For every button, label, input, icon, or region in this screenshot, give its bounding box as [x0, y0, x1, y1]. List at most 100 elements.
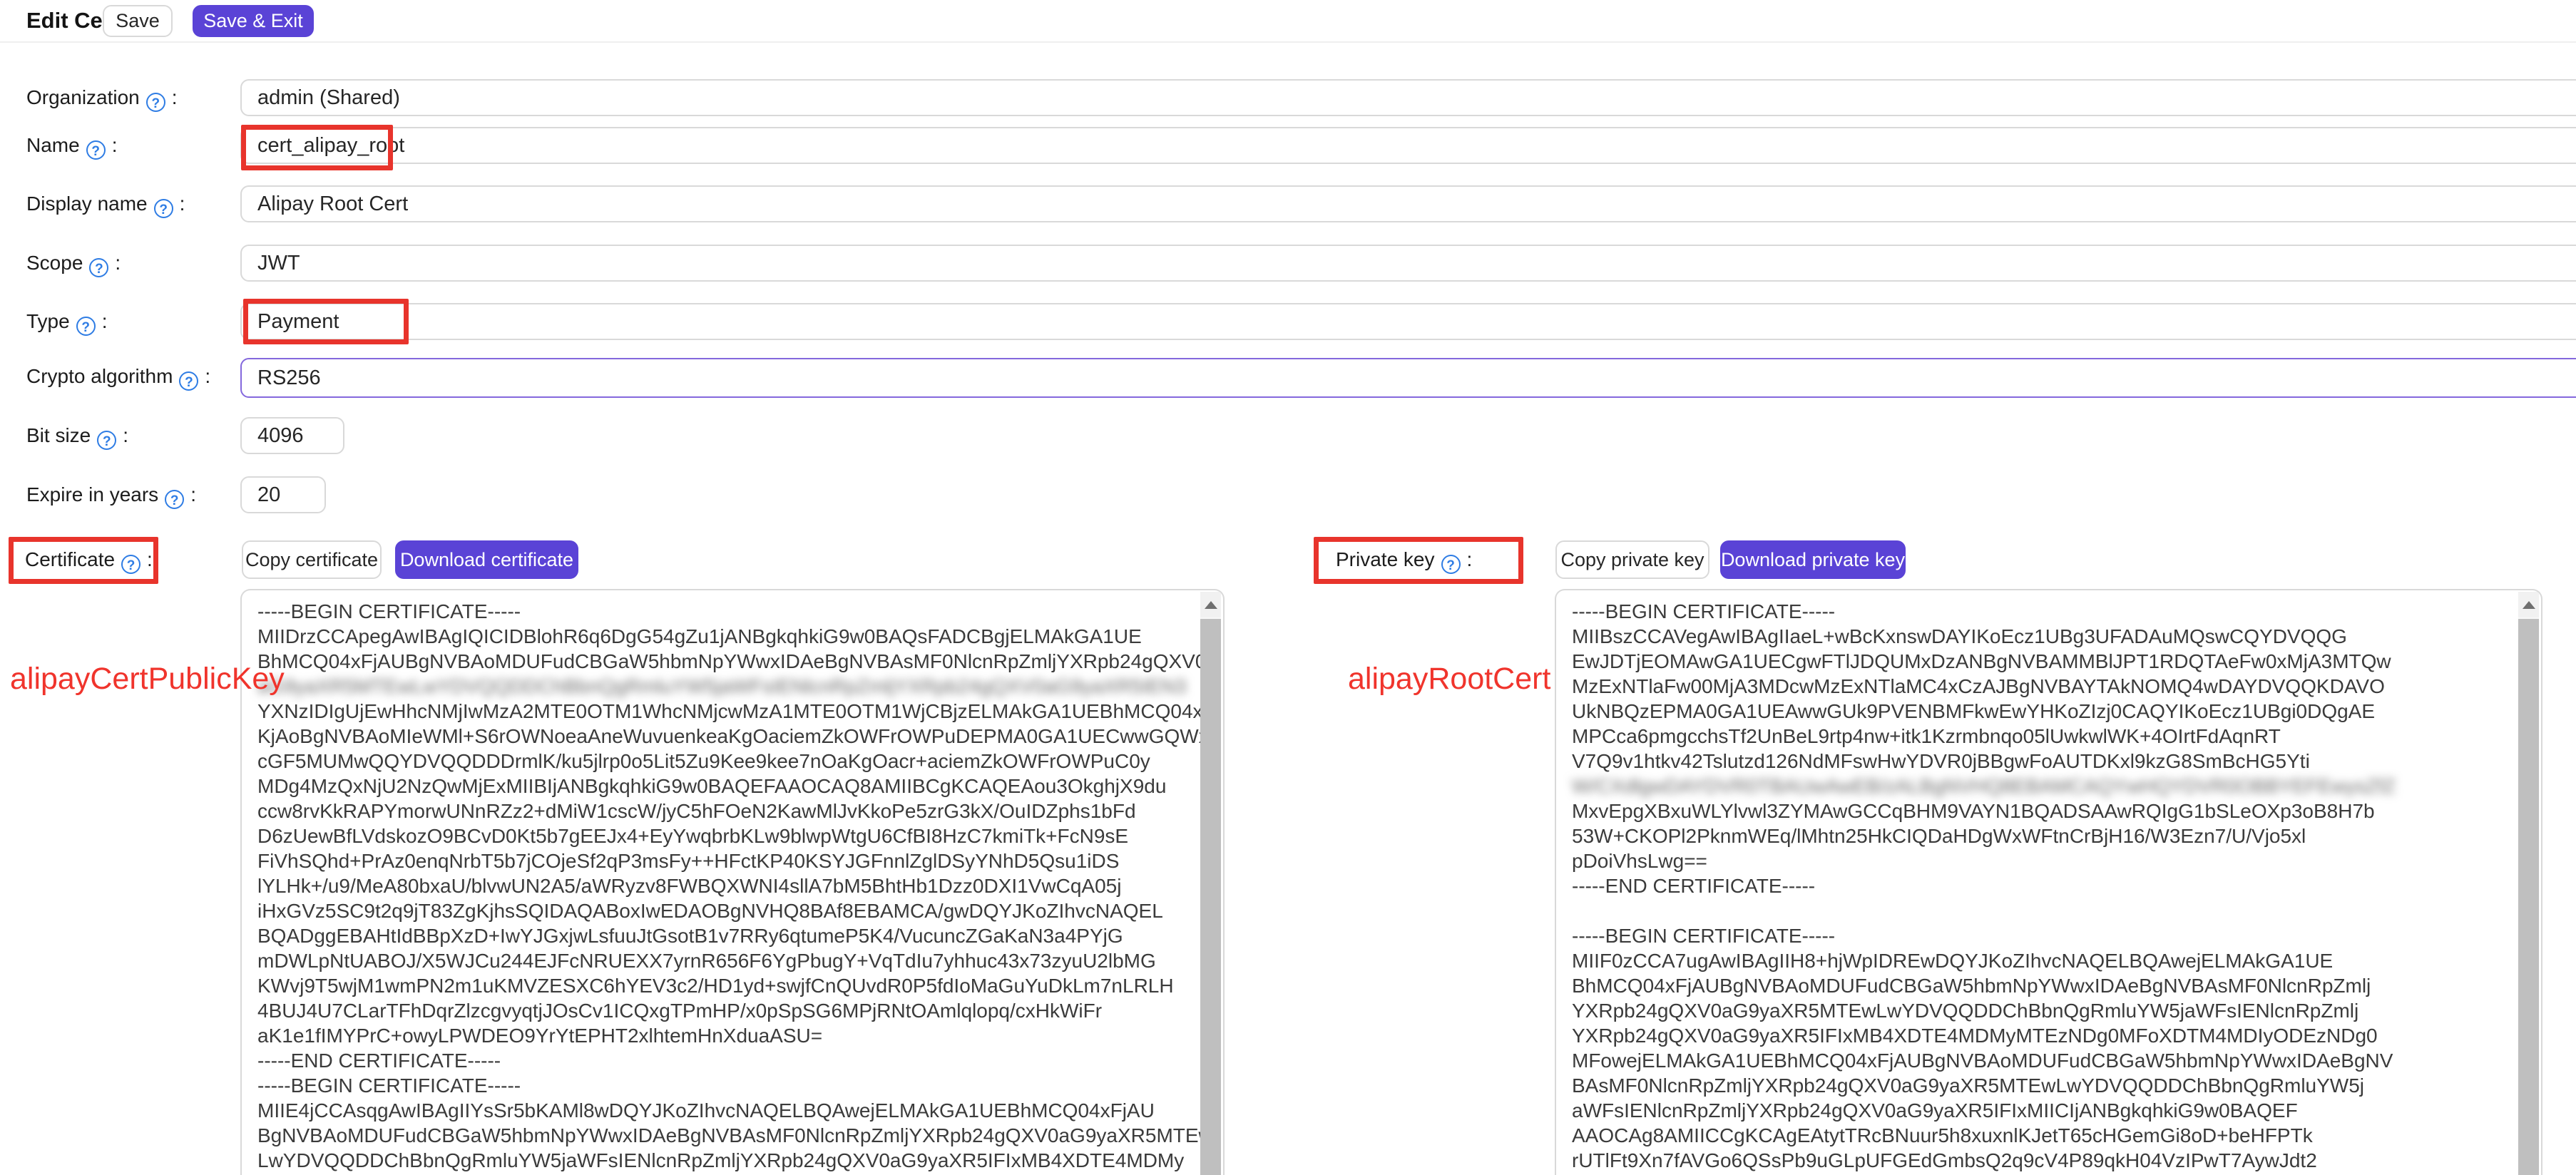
certificate-line: MIIDrzCCApegAwIBAgIQICIDBlohR6q6DgG54gZu… [257, 624, 1195, 649]
save-button[interactable]: Save [103, 5, 173, 37]
scroll-up-icon[interactable] [1200, 592, 1221, 617]
help-icon[interactable]: ? [165, 490, 184, 509]
help-icon[interactable]: ? [179, 371, 198, 391]
certificate-line: MIIE4jCCAsqgAwIBAgIIYsSr5bKAMl8wDQYJKoZI… [257, 1098, 1195, 1123]
bit-size-label: Bit size?: [26, 417, 240, 454]
display-name-input[interactable] [240, 185, 2576, 222]
certificate-line: aG9yaXR5MTEwLwYDVQQDDChBbnQgRmluYW5jaWFs… [257, 674, 1195, 699]
private-key-annotation-text: alipayRootCert [1348, 662, 1550, 697]
certificate-line: LwYDVQQDDChBbnQgRmluYW5jaWFsIENlcnRpZmlj… [257, 1148, 1195, 1173]
crypto-algorithm-input[interactable] [240, 358, 2576, 398]
save-and-exit-button[interactable]: Save & Exit [193, 5, 314, 37]
certificate-line: YXRpb24gQXV0aG9yaXR5MTEwLwYDVQQDDChBbnQg… [1572, 998, 2513, 1023]
crypto-algorithm-label: Crypto algorithm?: [26, 358, 240, 395]
bit-size-input[interactable] [240, 417, 344, 454]
help-icon[interactable]: ? [154, 199, 173, 218]
private-key-text: -----BEGIN CERTIFICATE-----MIIBszCCAVegA… [1572, 599, 2513, 1173]
scrollbar-thumb[interactable] [1200, 619, 1221, 1175]
field-row-scope: Scope?: [26, 245, 2576, 282]
certificate-line: MzExNTlaFw00MjA3MDcwMzExNTlaMC4xCzAJBgNV… [1572, 674, 2513, 699]
certificate-line: KjAoBgNVBAoMIeWMl+S6rOWNoeaAneWuvuenkeaK… [257, 724, 1195, 749]
certificate-line: UkNBQzEPMA0GA1UEAwwGUk9PVENBMFkwEwYHKoZI… [1572, 699, 2513, 724]
certificate-annotation-text: alipayCertPublicKey [10, 662, 285, 697]
header-bar: Edit Cert Save Save & Exit [0, 0, 2576, 43]
certificate-line: 4BUJ4U7CLarTFhDqrZlzcgvyqtjJOsCv1ICQxgTP… [257, 998, 1195, 1023]
certificate-line: mDWLpNtUABOJ/X5WJCu244EJFcNRUEXX7yrnR656… [257, 948, 1195, 973]
certificate-line: BhMCQ04xFjAUBgNVBAoMDUFudCBGaW5hbmNpYWwx… [257, 649, 1195, 674]
scrollbar-thumb[interactable] [2518, 619, 2539, 1175]
certificate-line: -----BEGIN CERTIFICATE----- [1572, 599, 2513, 624]
download-private-key-button[interactable]: Download private key [1720, 540, 1906, 579]
certificate-line: W/CXdlgwDAYDVR0TBAUwAwEB/zALBgNVHQ8EBAMC… [1572, 774, 2513, 799]
certificate-line: YXNzIDIgUjEwHhcNMjIwMzA2MTE0OTM1WhcNMjcw… [257, 699, 1195, 724]
certificate-line: MxvEpgXBxuWLYlvwl3ZYMAwGCCqBHM9VAYN1BQAD… [1572, 799, 2513, 823]
field-row-bit-size: Bit size?: [26, 417, 2576, 454]
help-icon[interactable]: ? [89, 258, 108, 277]
certificate-scrollbar[interactable] [1200, 592, 1221, 1175]
certificate-line: MIIF0zCCA7ugAwIBAgIIH8+hjWpIDREwDQYJKoZI… [1572, 948, 2513, 973]
certificate-line: FiVhSQhd+PrAz0enqNrbT5b7jCOjeSf2qP3msFy+… [257, 848, 1195, 873]
certificate-line: EwJDTjEOMAwGA1UECgwFTlJDQUMxDzANBgNVBAMM… [1572, 649, 2513, 674]
certificate-line: -----BEGIN CERTIFICATE----- [257, 599, 1195, 624]
field-row-crypto-algorithm: Crypto algorithm?: [26, 358, 2576, 395]
scope-label: Scope?: [26, 245, 240, 282]
field-row-organization: Organization?: [26, 79, 2576, 116]
certificate-line: pDoiVhsLwg== [1572, 848, 2513, 873]
expire-in-years-input[interactable] [240, 476, 326, 513]
certificate-line: MIIBszCCAVegAwIBAgIIaeL+wBcKxnswDAYIKoEc… [1572, 624, 2513, 649]
scroll-up-icon[interactable] [2518, 592, 2539, 617]
certificate-line: BgNVBAoMDUFudCBGaW5hbmNpYWwxIDAeBgNVBAsM… [257, 1123, 1195, 1148]
type-input[interactable] [240, 303, 2576, 340]
field-row-type: Type?: [26, 303, 2576, 340]
private-key-label: Private key?: [1336, 540, 1472, 579]
certificate-line: V7Q9v1htkv42Tslutzd126NdMFswHwYDVR0jBBgw… [1572, 749, 2513, 774]
certificate-line: -----BEGIN CERTIFICATE----- [257, 1073, 1195, 1098]
certificate-line: MPCca6pmgcchsTf2UnBeL9rtp4nw+itk1Kzrmbnq… [1572, 724, 2513, 749]
copy-private-key-button[interactable]: Copy private key [1555, 540, 1709, 579]
certificate-line: BAsMF0NlcnRpZmljYXRpb24gQXV0aG9yaXR5MTEw… [1572, 1073, 2513, 1098]
certificate-textarea[interactable]: -----BEGIN CERTIFICATE-----MIIDrzCCApegA… [240, 589, 1225, 1175]
organization-input[interactable] [240, 79, 2576, 116]
help-icon[interactable]: ? [1441, 555, 1461, 574]
certificate-line: D6zUewBfLVdskozO9BCvD0Kt5b7gEEJx4+EyYwqb… [257, 823, 1195, 848]
edit-cert-page: Edit Cert Save Save & Exit Organization?… [0, 0, 2576, 1174]
certificate-line: -----END CERTIFICATE----- [257, 1048, 1195, 1073]
certificate-line: -----END CERTIFICATE----- [1572, 873, 2513, 898]
download-certificate-button[interactable]: Download certificate [395, 540, 578, 579]
certificate-line: BQADggEBAHtIdBBpXzD+IwYJGxjwLsfuuJtGsotB… [257, 923, 1195, 948]
field-row-display-name: Display name?: [26, 185, 2576, 222]
certificate-line: MFowejELMAkGA1UEBhMCQ04xFjAUBgNVBAoMDUFu… [1572, 1048, 2513, 1073]
certificate-line: ccw8rvKkRAPYmorwUNnRZz2+dMiW1cscW/jyC5hF… [257, 799, 1195, 823]
certificate-line: cGF5MUMwQQYDVQQDDDrmlK/ku5jlrp0o5Lit5Zu9… [257, 749, 1195, 774]
name-label: Name?: [26, 127, 240, 164]
help-icon[interactable]: ? [76, 317, 96, 336]
certificate-line: 53W+CKOPl2PknmWEq/lMhtn25HkCIQDaHDgWxWFt… [1572, 823, 2513, 848]
certificate-line [1572, 898, 2513, 923]
type-label: Type?: [26, 303, 240, 340]
field-row-expire-in-years: Expire in years?: [26, 476, 2576, 513]
certificate-line: lYLHk+/u9/MeA80bxaU/blvwUN2A5/aWRyzv8FWB… [257, 873, 1195, 898]
certificate-line: MDg4MzQxNjU2NzQwMjExMIIBIjANBgkqhkiG9w0B… [257, 774, 1195, 799]
help-icon[interactable]: ? [86, 140, 106, 160]
copy-certificate-button[interactable]: Copy certificate [242, 540, 382, 579]
certificate-line: iHxGVz5SC9t2q9jT83ZgKjhsSQIDAQABoxIwEDAO… [257, 898, 1195, 923]
private-key-scrollbar[interactable] [2518, 592, 2539, 1175]
certificate-line: rUTlFt9Xn7fAVGo6QSsPb9uGLpUFGEdGmbsQ2q9c… [1572, 1148, 2513, 1173]
display-name-label: Display name?: [26, 185, 240, 222]
scope-input[interactable] [240, 245, 2576, 282]
certificate-label: Certificate?: [25, 540, 153, 579]
certificate-line: AAOCAg8AMIICCgKCAgEAtytTRcBNuur5h8xuxnlK… [1572, 1123, 2513, 1148]
help-icon[interactable]: ? [97, 431, 116, 450]
expire-in-years-label: Expire in years?: [26, 476, 240, 513]
certificate-line: aWFsIENlcnRpZmljYXRpb24gQXV0aG9yaXR5IFIx… [1572, 1098, 2513, 1123]
private-key-textarea[interactable]: -----BEGIN CERTIFICATE-----MIIBszCCAVegA… [1555, 589, 2542, 1175]
name-input[interactable] [240, 127, 2576, 164]
certificate-line: YXRpb24gQXV0aG9yaXR5IFIxMB4XDTE4MDMyMTEz… [1572, 1023, 2513, 1048]
certificate-line: BhMCQ04xFjAUBgNVBAoMDUFudCBGaW5hbmNpYWwx… [1572, 973, 2513, 998]
certificate-line: -----BEGIN CERTIFICATE----- [1572, 923, 2513, 948]
certificate-line: KWvj9T5wjM1wmPN2m1uKMVZESXC6hYEV3c2/HD1y… [257, 973, 1195, 998]
help-icon[interactable]: ? [121, 555, 140, 574]
field-row-name: Name?: [26, 127, 2576, 164]
certificate-line: aK1e1fIMYPrC+owyLPWDEO9YrYtEPHT2xlhtemHn… [257, 1023, 1195, 1048]
help-icon[interactable]: ? [146, 93, 165, 112]
